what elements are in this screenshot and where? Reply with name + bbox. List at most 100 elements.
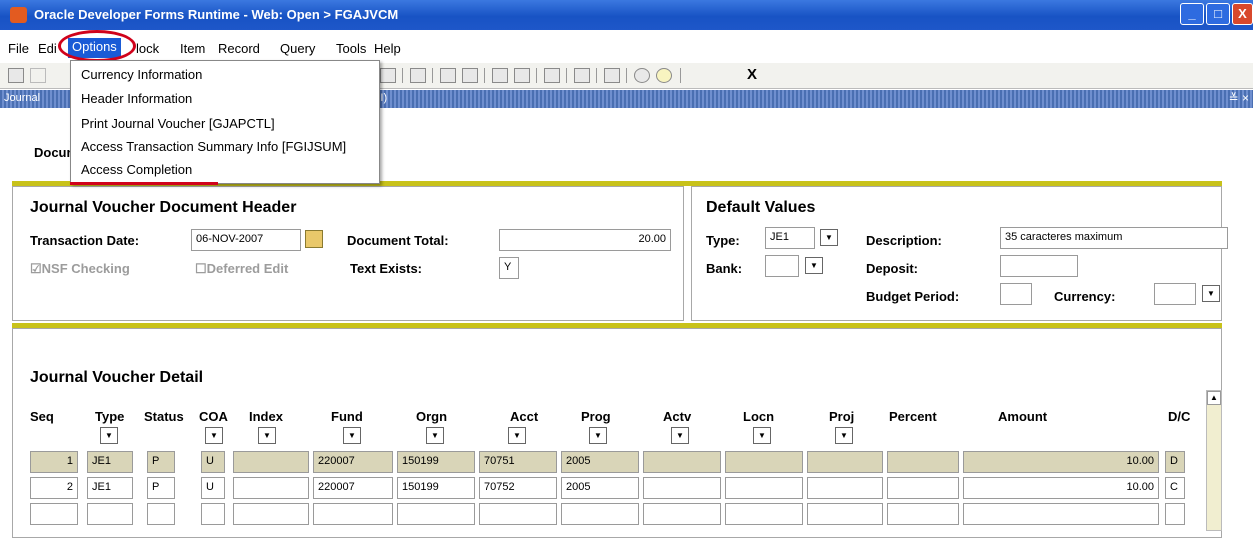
insert-record-icon[interactable] (492, 68, 508, 83)
row3-status[interactable] (147, 503, 175, 525)
row2-orgn[interactable]: 150199 (397, 477, 475, 499)
currency-field[interactable] (1154, 283, 1196, 305)
menu-currency-information[interactable]: Currency Information (81, 67, 202, 82)
row1-locn[interactable] (725, 451, 803, 473)
row3-prog[interactable] (561, 503, 639, 525)
menu-record[interactable]: Record (218, 41, 260, 56)
type-field[interactable]: JE1 (765, 227, 815, 249)
close-button[interactable]: X (1232, 3, 1253, 25)
orgn-col-dropdown-icon[interactable]: ▼ (426, 427, 444, 444)
menu-access-transaction-summary[interactable]: Access Transaction Summary Info [FGIJSUM… (81, 139, 346, 154)
deferred-edit-checkbox[interactable]: ☐Deferred Edit (195, 261, 288, 277)
row1-dc[interactable]: D (1165, 451, 1185, 473)
detail-scrollbar[interactable]: ▲ (1206, 390, 1222, 531)
row1-actv[interactable] (643, 451, 721, 473)
menu-help[interactable]: Help (374, 41, 401, 56)
prog-col-dropdown-icon[interactable]: ▼ (589, 427, 607, 444)
menu-edit[interactable]: Edi (38, 41, 57, 56)
actv-col-dropdown-icon[interactable]: ▼ (671, 427, 689, 444)
row1-orgn[interactable]: 150199 (397, 451, 475, 473)
type-dropdown-icon[interactable]: ▼ (820, 229, 838, 246)
help-doc-icon[interactable] (604, 68, 620, 83)
row2-dc[interactable]: C (1165, 477, 1185, 499)
row1-amount[interactable]: 10.00 (963, 451, 1159, 473)
row2-index[interactable] (233, 477, 309, 499)
row2-actv[interactable] (643, 477, 721, 499)
transaction-date-field[interactable]: 06-NOV-2007 (191, 229, 301, 251)
menu-print-journal-voucher[interactable]: Print Journal Voucher [GJAPCTL] (81, 116, 275, 131)
coa-col-dropdown-icon[interactable]: ▼ (205, 427, 223, 444)
row1-prog[interactable]: 2005 (561, 451, 639, 473)
row3-type[interactable] (87, 503, 133, 525)
row2-acct[interactable]: 70752 (479, 477, 557, 499)
exit-button[interactable]: X (747, 66, 757, 83)
row3-amount[interactable] (963, 503, 1159, 525)
row3-index[interactable] (233, 503, 309, 525)
printer-icon[interactable] (410, 68, 426, 83)
description-field[interactable]: 35 caracteres maximum (1000, 227, 1228, 249)
form-close-icon[interactable]: ≚ × (1229, 91, 1249, 105)
undo-icon[interactable] (30, 68, 46, 83)
row1-coa[interactable]: U (201, 451, 225, 473)
row2-prog[interactable]: 2005 (561, 477, 639, 499)
menu-tools[interactable]: Tools (336, 41, 366, 56)
print-icon[interactable] (380, 68, 396, 83)
row3-acct[interactable] (479, 503, 557, 525)
row3-fund[interactable] (313, 503, 393, 525)
locn-col-dropdown-icon[interactable]: ▼ (753, 427, 771, 444)
row3-percent[interactable] (887, 503, 959, 525)
menu-access-completion[interactable]: Access Completion (81, 162, 192, 177)
menu-item[interactable]: Item (180, 41, 205, 56)
row2-amount[interactable]: 10.00 (963, 477, 1159, 499)
row3-coa[interactable] (201, 503, 225, 525)
currency-dropdown-icon[interactable]: ▼ (1202, 285, 1220, 302)
row2-type[interactable]: JE1 (87, 477, 133, 499)
row3-locn[interactable] (725, 503, 803, 525)
row2-coa[interactable]: U (201, 477, 225, 499)
last-record-icon[interactable] (462, 68, 478, 83)
row2-percent[interactable] (887, 477, 959, 499)
calendar-icon[interactable] (305, 230, 323, 248)
delete-record-icon[interactable] (514, 68, 530, 83)
bank-field[interactable] (765, 255, 799, 277)
row2-proj[interactable] (807, 477, 883, 499)
scroll-up-icon[interactable]: ▲ (1207, 391, 1221, 405)
type-col-dropdown-icon[interactable]: ▼ (100, 427, 118, 444)
row1-seq[interactable]: 1 (30, 451, 78, 473)
first-record-icon[interactable] (440, 68, 456, 83)
lightbulb-icon[interactable] (656, 68, 672, 83)
row1-status[interactable]: P (147, 451, 175, 473)
menu-query[interactable]: Query (280, 41, 315, 56)
deposit-field[interactable] (1000, 255, 1078, 277)
row2-seq[interactable]: 2 (30, 477, 78, 499)
menu-file[interactable]: File (8, 41, 29, 56)
row3-actv[interactable] (643, 503, 721, 525)
row1-acct[interactable]: 70751 (479, 451, 557, 473)
bank-dropdown-icon[interactable]: ▼ (805, 257, 823, 274)
row1-index[interactable] (233, 451, 309, 473)
index-col-dropdown-icon[interactable]: ▼ (258, 427, 276, 444)
back-icon[interactable] (544, 68, 560, 83)
fund-col-dropdown-icon[interactable]: ▼ (343, 427, 361, 444)
text-exists-field[interactable]: Y (499, 257, 519, 279)
settings-icon[interactable] (574, 68, 590, 83)
row1-type[interactable]: JE1 (87, 451, 133, 473)
row2-status[interactable]: P (147, 477, 175, 499)
save-icon[interactable] (8, 68, 24, 83)
row3-proj[interactable] (807, 503, 883, 525)
acct-col-dropdown-icon[interactable]: ▼ (508, 427, 526, 444)
nsf-checking-checkbox[interactable]: ☑NSF Checking (30, 261, 130, 277)
maximize-button[interactable]: □ (1206, 3, 1230, 25)
row1-fund[interactable]: 220007 (313, 451, 393, 473)
row3-seq[interactable] (30, 503, 78, 525)
menu-header-information[interactable]: Header Information (81, 91, 192, 106)
row1-proj[interactable] (807, 451, 883, 473)
row2-fund[interactable]: 220007 (313, 477, 393, 499)
menu-block[interactable]: lock (136, 41, 159, 56)
document-total-field[interactable]: 20.00 (499, 229, 671, 251)
help-icon[interactable] (634, 68, 650, 83)
row1-percent[interactable] (887, 451, 959, 473)
row3-orgn[interactable] (397, 503, 475, 525)
budget-period-field[interactable] (1000, 283, 1032, 305)
minimize-button[interactable]: _ (1180, 3, 1204, 25)
